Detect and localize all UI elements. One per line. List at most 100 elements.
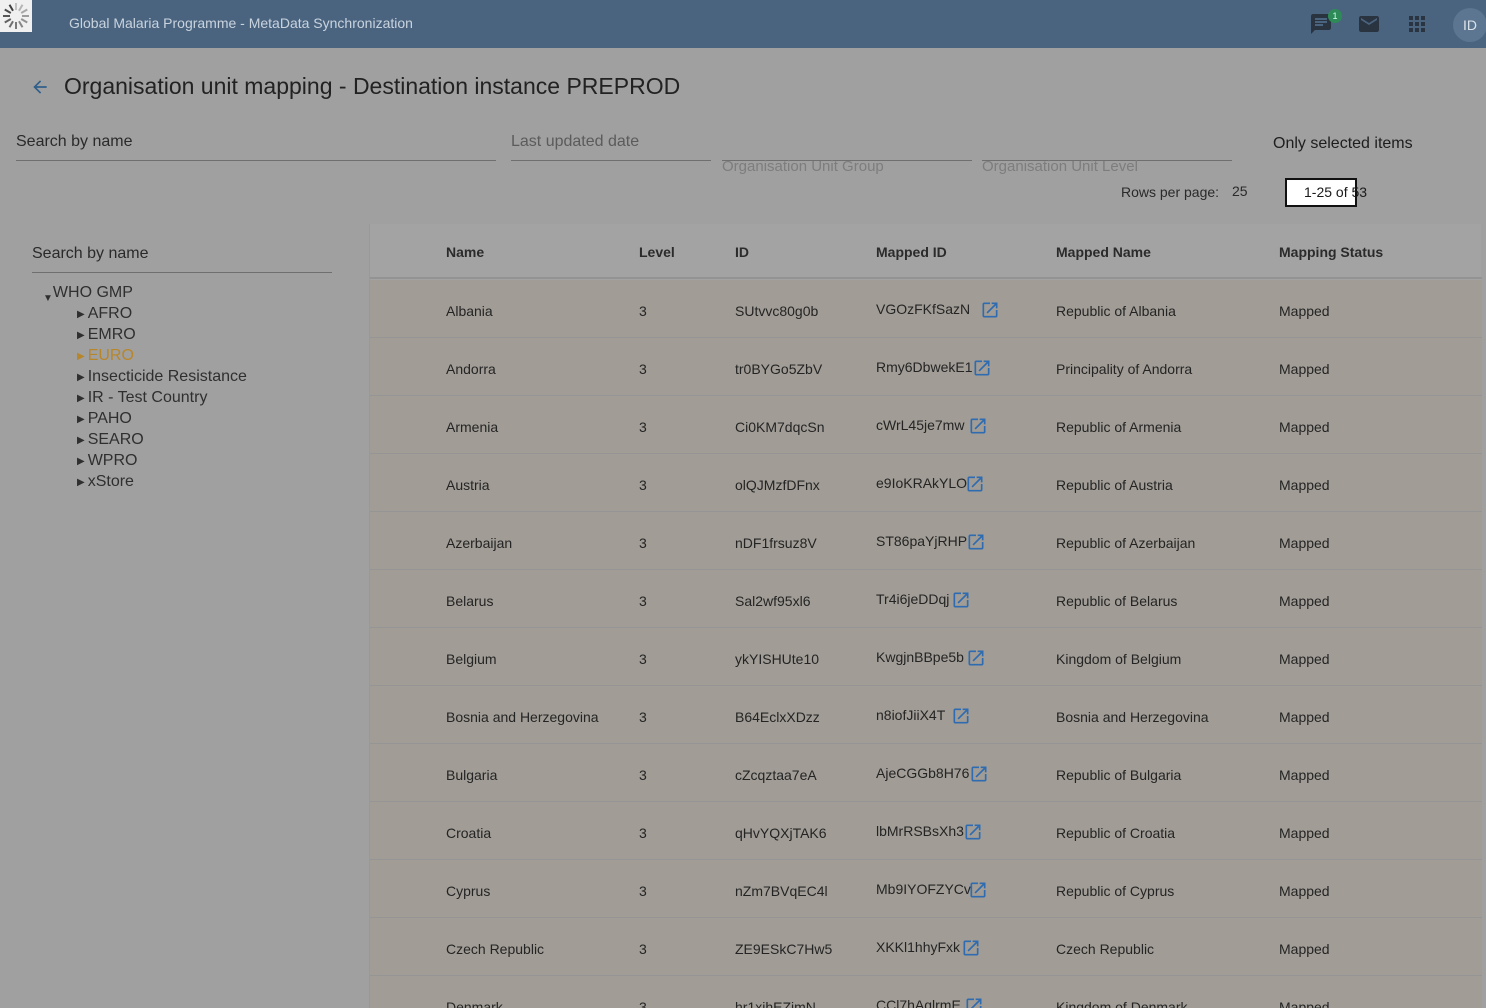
column-header-level[interactable]: Level bbox=[639, 244, 675, 260]
table-row[interactable]: Croatia 3 qHvYQXjTAK6 lbMrRSBsXh3 Republic o… bbox=[370, 802, 1482, 860]
caret-right-icon[interactable]: ▶ bbox=[77, 372, 85, 383]
cell-name: Azerbaijan bbox=[446, 535, 513, 551]
top-bar: Global Malaria Programme - MetaData Sync… bbox=[0, 0, 1486, 48]
column-header-mapping-status[interactable]: Mapping Status bbox=[1279, 244, 1383, 260]
rows-per-page-select[interactable]: 25 bbox=[1232, 183, 1248, 199]
caret-right-icon[interactable]: ▶ bbox=[77, 477, 85, 488]
open-in-new-icon[interactable] bbox=[968, 880, 988, 900]
open-in-new-icon[interactable] bbox=[951, 590, 971, 610]
cell-mapping-status: Mapped bbox=[1279, 941, 1330, 957]
cell-name: Croatia bbox=[446, 825, 492, 841]
open-in-new-icon[interactable] bbox=[972, 358, 992, 378]
caret-right-icon[interactable]: ▶ bbox=[77, 456, 85, 467]
caret-right-icon[interactable]: ▶ bbox=[77, 309, 85, 320]
cell-mapped-name: Republic of Armenia bbox=[1056, 419, 1182, 435]
tree-item[interactable]: ▶ PAHO bbox=[77, 410, 247, 431]
caret-right-icon[interactable]: ▶ bbox=[77, 393, 85, 404]
table-row[interactable]: Belarus 3 Sal2wf95xl6 Tr4i6jeDDqj Republic o… bbox=[370, 570, 1482, 628]
pagination-range: 1-25 of 53 bbox=[1285, 178, 1367, 207]
page-title: Organisation unit mapping - Destination … bbox=[64, 73, 681, 99]
back-arrow-icon[interactable] bbox=[30, 77, 50, 97]
cell-mapped-name: Bosnia and Herzegovina bbox=[1056, 709, 1209, 725]
caret-right-icon[interactable]: ▶ bbox=[77, 414, 85, 425]
cell-mapping-status: Mapped bbox=[1279, 303, 1330, 319]
open-in-new-icon[interactable] bbox=[980, 300, 1000, 320]
cell-id: ykYISHUte10 bbox=[735, 651, 820, 667]
search-input[interactable]: Search by name bbox=[16, 133, 496, 161]
mail-icon[interactable] bbox=[1357, 12, 1381, 36]
open-in-new-icon[interactable] bbox=[965, 474, 985, 494]
cell-mapped-id: Mb9IYOFZYCv bbox=[876, 881, 971, 897]
table-row[interactable]: Andorra 3 tr0BYGo5ZbV Rmy6DbwekE1 Principali… bbox=[370, 338, 1482, 396]
tree-item[interactable]: ▶ EURO bbox=[77, 347, 247, 368]
cell-mapped-name: Czech Republic bbox=[1056, 941, 1155, 957]
table-row[interactable]: Bulgaria 3 cZcqztaa7eA AjeCGGb8H76 Republic … bbox=[370, 744, 1482, 802]
open-in-new-icon[interactable] bbox=[951, 706, 971, 726]
caret-right-icon[interactable]: ▶ bbox=[77, 435, 85, 446]
cell-mapping-status: Mapped bbox=[1279, 999, 1330, 1008]
tree-item[interactable]: ▶ WPRO bbox=[77, 452, 247, 473]
tree-item-label: EURO bbox=[87, 347, 134, 364]
cell-level: 3 bbox=[639, 477, 647, 493]
column-header-name[interactable]: Name bbox=[446, 244, 484, 260]
tree-search-label: Search by name bbox=[32, 245, 149, 262]
cell-mapped-id: cWrL45je7mw bbox=[876, 417, 965, 433]
cell-mapped-name: Republic of Austria bbox=[1056, 477, 1173, 493]
column-header-mapped-id[interactable]: Mapped ID bbox=[876, 244, 947, 260]
org-unit-group-label: Organisation Unit Group bbox=[722, 158, 884, 175]
tree-item[interactable]: ▶ Insecticide Resistance bbox=[77, 368, 247, 389]
rows-per-page-label: Rows per page: bbox=[1121, 184, 1220, 200]
table-row[interactable]: Armenia 3 Ci0KM7dqcSn cWrL45je7mw Republic o… bbox=[370, 396, 1482, 454]
cell-mapped-id: ST86paYjRHP bbox=[876, 533, 968, 549]
caret-right-icon[interactable]: ▶ bbox=[77, 351, 85, 362]
open-in-new-icon[interactable] bbox=[966, 532, 986, 552]
tree-search-input[interactable]: Search by name bbox=[32, 245, 332, 273]
open-in-new-icon[interactable] bbox=[968, 416, 988, 436]
org-unit-level-select[interactable]: Organisation Unit Level bbox=[982, 133, 1232, 175]
open-in-new-icon[interactable] bbox=[969, 764, 989, 784]
cell-mapped-name: Kingdom of Denmark bbox=[1056, 999, 1188, 1008]
table-row[interactable]: Belgium 3 ykYISHUte10 KwgjnBBpe5b Kingdom of… bbox=[370, 628, 1482, 686]
app-title: Global Malaria Programme - MetaData Sync… bbox=[69, 15, 413, 31]
cell-mapped-name: Kingdom of Belgium bbox=[1056, 651, 1182, 667]
org-unit-group-select[interactable]: Organisation Unit Group bbox=[722, 133, 972, 175]
table-row[interactable]: Cyprus 3 nZm7BVqEC4l Mb9IYOFZYCv Republic of… bbox=[370, 860, 1482, 918]
tree-root-item[interactable]: ▼WHO GMP bbox=[43, 284, 133, 304]
cell-level: 3 bbox=[639, 593, 647, 609]
table-row[interactable]: Austria 3 olQJMzfDFnx e9IoKRAkYLO Republic o… bbox=[370, 454, 1482, 512]
open-in-new-icon[interactable] bbox=[963, 822, 983, 842]
cell-mapping-status: Mapped bbox=[1279, 361, 1330, 377]
tree-item[interactable]: ▶ xStore bbox=[77, 473, 247, 494]
open-in-new-icon[interactable] bbox=[961, 938, 981, 958]
cell-mapped-name: Republic of Albania bbox=[1056, 303, 1176, 319]
tree-item[interactable]: ▶ SEARO bbox=[77, 431, 247, 452]
cell-id: SUtvvc80g0b bbox=[735, 303, 819, 319]
tree-item[interactable]: ▶ IR - Test Country bbox=[77, 389, 247, 410]
cell-level: 3 bbox=[639, 999, 647, 1008]
column-header-id[interactable]: ID bbox=[735, 244, 749, 260]
cell-mapped-name: Republic of Croatia bbox=[1056, 825, 1176, 841]
column-header-mapped-name[interactable]: Mapped Name bbox=[1056, 244, 1151, 260]
table-row[interactable]: Azerbaijan 3 nDF1frsuz8V ST86paYjRHP Republi… bbox=[370, 512, 1482, 570]
tree-item-label: EMRO bbox=[87, 326, 136, 343]
open-in-new-icon[interactable] bbox=[966, 648, 986, 668]
apps-grid-icon[interactable] bbox=[1405, 12, 1429, 36]
cell-mapping-status: Mapped bbox=[1279, 477, 1330, 493]
last-updated-date-input[interactable]: Last updated date bbox=[511, 133, 711, 161]
cell-level: 3 bbox=[639, 825, 647, 841]
tree-item[interactable]: ▶ EMRO bbox=[77, 326, 247, 347]
cell-level: 3 bbox=[639, 709, 647, 725]
table-row[interactable]: Czech Republic 3 ZE9ESkC7Hw5 XKKl1hhyFxk Cze… bbox=[370, 918, 1482, 976]
cell-mapping-status: Mapped bbox=[1279, 651, 1330, 667]
open-in-new-icon[interactable] bbox=[964, 996, 984, 1008]
table-header: Name Level ID Mapped ID Mapped Name Mapp… bbox=[370, 224, 1482, 279]
table-row[interactable]: Albania 3 SUtvvc80g0b VGOzFKfSazN Republic o… bbox=[370, 280, 1482, 338]
cell-mapped-name: Republic of Bulgaria bbox=[1056, 767, 1182, 783]
org-unit-level-label: Organisation Unit Level bbox=[982, 158, 1138, 175]
table-row[interactable]: Denmark 3 hr1xihEZjmN CCl7hAqlrmE Kingdom of… bbox=[370, 976, 1482, 1008]
caret-right-icon[interactable]: ▶ bbox=[77, 330, 85, 341]
only-selected-toggle[interactable]: Only selected items bbox=[1273, 135, 1413, 153]
user-avatar[interactable]: ID bbox=[1453, 8, 1486, 42]
tree-item[interactable]: ▶ AFRO bbox=[77, 305, 247, 326]
table-row[interactable]: Bosnia and Herzegovina 3 B64EclxXDzz n8iofJ… bbox=[370, 686, 1482, 744]
